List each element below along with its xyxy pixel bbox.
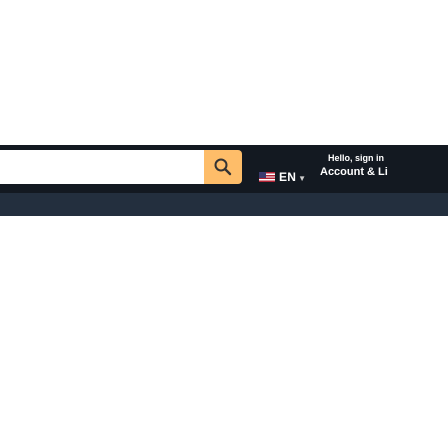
account-label: Account & Li [320,166,388,178]
caret-down-icon: ▼ [298,173,306,183]
search-input[interactable] [0,150,204,184]
search-button[interactable] [204,150,242,184]
search-icon [214,158,232,176]
top-navbar: EN ▼ Hello, sign in Account & Li [0,145,448,193]
us-flag-icon [259,172,275,182]
language-selector[interactable]: EN ▼ [259,169,306,185]
account-greeting: Hello, sign in [328,153,385,163]
page: EN ▼ Hello, sign in Account & Li [0,0,448,448]
language-code: EN [279,170,297,184]
sub-navbar [0,193,448,216]
account-menu[interactable]: Hello, sign in Account & Li [320,152,388,180]
